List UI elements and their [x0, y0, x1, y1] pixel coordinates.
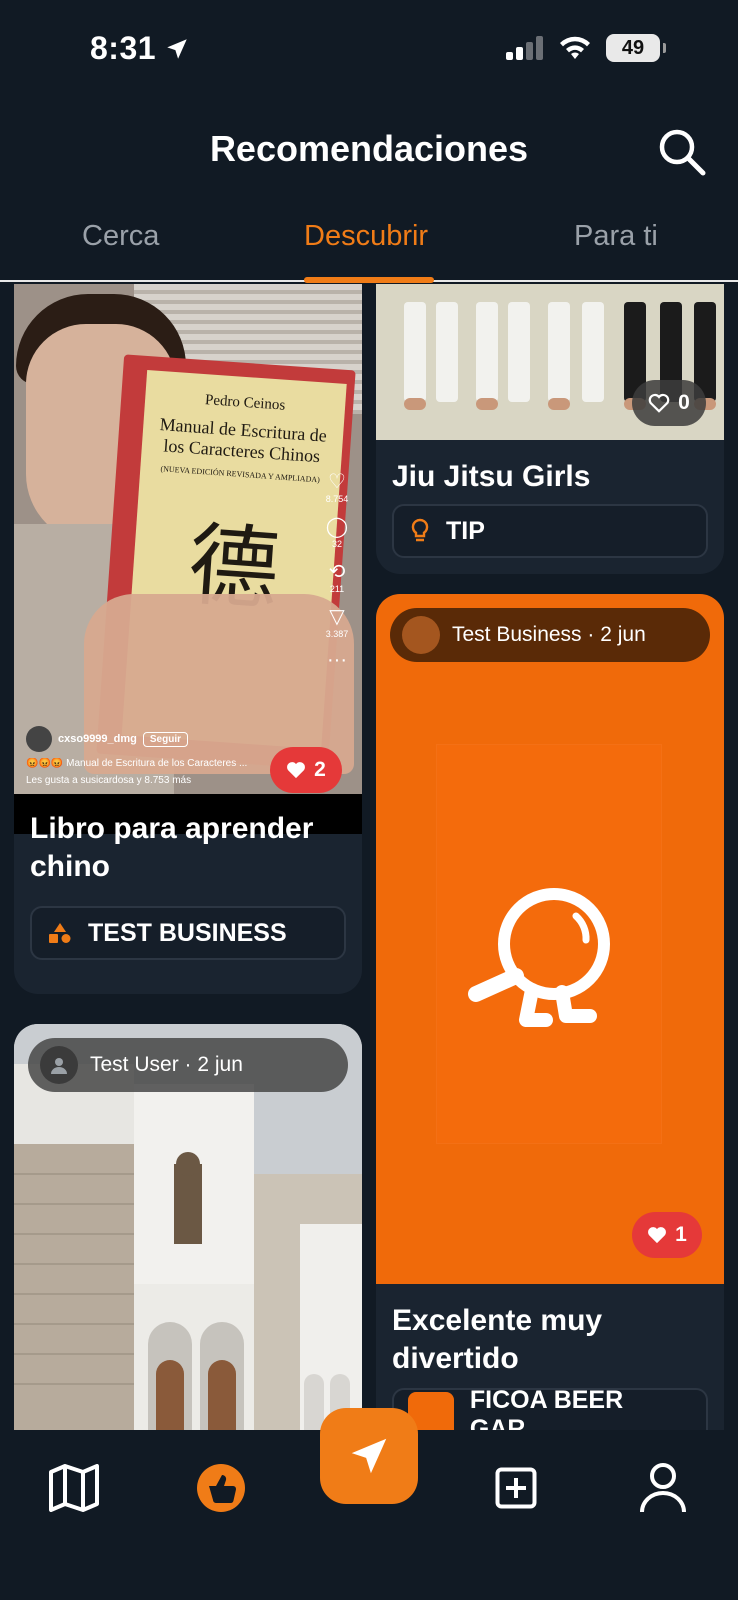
- card-title: Libro para aprender chino: [30, 812, 314, 883]
- card-photo: Test User · 2 jun: [14, 1024, 362, 1430]
- location-arrow-icon: [167, 38, 187, 59]
- recommendations-feed[interactable]: Pedro Ceinos Manual de Escritura de los …: [0, 284, 738, 1430]
- author-pill[interactable]: Test User · 2 jun: [28, 1038, 348, 1092]
- recommendation-card-church[interactable]: Test User · 2 jun: [14, 1024, 362, 1430]
- more-icon: ···: [327, 649, 347, 671]
- battery-indicator: 49: [606, 34, 666, 62]
- card-title: Excelente muy divertido: [392, 1304, 603, 1375]
- video-side-actions: ♡ 8.754 ◯ 32 ⟲ 211 ▽ 3.387 ···: [322, 459, 352, 672]
- tab-descubrir[interactable]: Descubrir: [304, 220, 428, 253]
- like-button[interactable]: 2: [270, 747, 342, 793]
- status-icons: 49: [506, 34, 666, 62]
- video-caption: cxso9999_dmg Seguir 😡😡😡 Manual de Escrit…: [26, 726, 302, 786]
- tab-para-ti[interactable]: Para ti: [574, 220, 658, 253]
- signal-icon: [506, 36, 543, 60]
- nav-profile[interactable]: [633, 1458, 693, 1518]
- active-tab-indicator: [304, 277, 434, 283]
- heart-outline-icon: ♡: [328, 471, 346, 493]
- heart-icon: [648, 1227, 667, 1244]
- page-title: Recomendaciones: [209, 128, 529, 169]
- recommendations-icon: [197, 1464, 245, 1512]
- like-button[interactable]: 1: [632, 1212, 702, 1258]
- search-button[interactable]: [656, 126, 708, 178]
- app-logo-mascot: [468, 888, 610, 1027]
- user-icon: [51, 1058, 67, 1074]
- bottom-navigation: [0, 1408, 738, 1600]
- status-time: 8:31: [90, 30, 190, 67]
- status-bar: 8:31 49: [0, 0, 738, 100]
- tab-bar: Cerca Descubrir Para ti: [0, 212, 738, 283]
- card-tag[interactable]: TEST BUSINESS: [30, 906, 346, 960]
- navigate-icon: [351, 1438, 387, 1474]
- nav-add[interactable]: [486, 1458, 546, 1518]
- header: Recomendaciones: [0, 120, 738, 190]
- nav-map[interactable]: [44, 1458, 104, 1518]
- avatar: [40, 1046, 78, 1084]
- recommendation-card-business[interactable]: Test Business · 2 jun 1 Excelente muy di…: [376, 594, 724, 1430]
- add-icon: [495, 1467, 537, 1509]
- card-photo: Pedro Ceinos Manual de Escritura de los …: [14, 284, 362, 794]
- wifi-icon: [560, 36, 590, 59]
- like-button[interactable]: 0: [632, 380, 706, 426]
- recommendation-card-book[interactable]: Pedro Ceinos Manual de Escritura de los …: [14, 284, 362, 994]
- repost-icon: ⟲: [328, 561, 346, 583]
- nav-recommendations[interactable]: [191, 1458, 251, 1518]
- map-icon: [49, 1464, 99, 1512]
- nav-navigate-button[interactable]: [320, 1408, 418, 1504]
- tab-cerca[interactable]: Cerca: [82, 220, 159, 253]
- recommendation-card-jiu-jitsu[interactable]: 0 Jiu Jitsu Girls TIP: [376, 284, 724, 574]
- card-tag[interactable]: FICOA BEER GAR...: [392, 1386, 708, 1430]
- heart-outline-icon: [648, 393, 670, 413]
- heart-icon: [287, 762, 306, 779]
- share-icon: ▽: [329, 606, 345, 628]
- lightbulb-icon: [411, 518, 429, 542]
- profile-icon: [640, 1463, 686, 1513]
- avatar: [402, 616, 440, 654]
- comment-icon: ◯: [325, 516, 349, 538]
- avatar: [26, 726, 52, 752]
- shapes-icon: [49, 923, 71, 943]
- card-photo: Test Business · 2 jun: [376, 594, 724, 1284]
- author-pill[interactable]: Test Business · 2 jun: [390, 608, 710, 662]
- card-tag[interactable]: TIP: [392, 504, 708, 558]
- search-icon: [659, 129, 706, 176]
- card-title: Jiu Jitsu Girls: [392, 460, 591, 493]
